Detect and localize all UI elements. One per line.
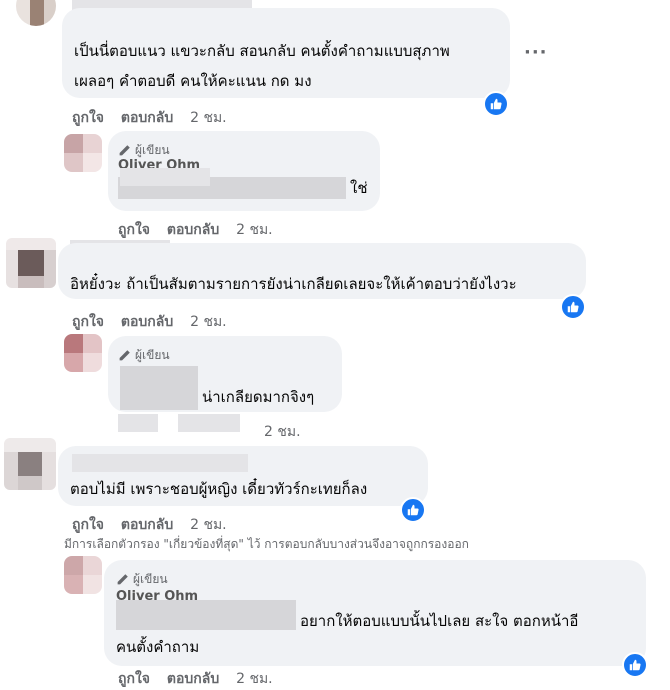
comment-actions: 2 ชม.: [264, 421, 313, 443]
reply-button[interactable]: ตอบกลับ: [167, 671, 219, 687]
timestamp[interactable]: 2 ชม.: [190, 314, 227, 330]
thumbs-up-icon: [490, 98, 502, 110]
redacted-text: [120, 366, 198, 410]
comment-text: เป็นนี่ตอบแนว แขวะกลับ สอนกลับ คนตั้งคำถ…: [74, 42, 450, 60]
like-count-badge[interactable]: [400, 497, 426, 523]
like-count-badge[interactable]: [483, 91, 509, 117]
author-badge: ผู้เขียน: [118, 141, 170, 160]
like-button[interactable]: ถูกใจ: [118, 222, 150, 238]
pencil-icon: [117, 574, 128, 585]
like-button[interactable]: ถูกใจ: [118, 671, 150, 687]
comment-text: น่าเกลียดมากจิงๆ: [202, 388, 315, 406]
comment-text: อิหยั๋งวะ ถ้าเป็นสัมตามรายการยังน่าเกลีย…: [70, 275, 517, 293]
comment-bubble: ผู้เขียน น่าเกลียดมากจิงๆ: [108, 336, 342, 412]
redacted-actions: [118, 414, 158, 432]
comment-actions: ถูกใจ ตอบกลับ 2 ชม.: [118, 219, 285, 241]
thumbs-up-icon: [567, 301, 579, 313]
author-badge-label: ผู้เขียน: [135, 143, 170, 157]
reply-button[interactable]: ตอบกลับ: [121, 517, 173, 533]
reply-button[interactable]: ตอบกลับ: [121, 314, 173, 330]
reply-button[interactable]: ตอบกลับ: [167, 222, 219, 238]
author-badge: ผู้เขียน: [118, 346, 170, 365]
comment-bubble: ตอบไม่มี เพราะชอบผู้หญิง เดี๋ยวทัวร์กะเท…: [58, 446, 428, 506]
author-badge: ผู้เขียน: [116, 570, 168, 589]
like-count-badge[interactable]: [560, 294, 586, 320]
timestamp[interactable]: 2 ชม.: [264, 424, 301, 440]
comment-text: คนตั้งคำถาม: [116, 638, 200, 656]
timestamp[interactable]: 2 ชม.: [190, 110, 227, 126]
redacted-overlay: [120, 168, 210, 186]
thumbs-up-icon: [407, 504, 419, 516]
pencil-icon: [119, 145, 130, 156]
comment-actions: ถูกใจ ตอบกลับ 2 ชม.: [72, 514, 239, 536]
redacted-actions: [178, 414, 240, 432]
comment-text: เผลอๆ คำตอบดี คนให้คะแนน กด มง: [74, 72, 312, 90]
avatar[interactable]: [4, 438, 56, 490]
comment-text: อยากให้ตอบแบบนั้นไปเลย สะใจ ตอกหน้าอี: [300, 612, 579, 630]
comment-actions: ถูกใจ ตอบกลับ 2 ชม.: [72, 107, 239, 129]
comment-bubble: อิหยั๋งวะ ถ้าเป็นสัมตามรายการยังน่าเกลีย…: [58, 243, 586, 299]
timestamp[interactable]: 2 ชม.: [236, 671, 273, 687]
redacted-text: [116, 600, 296, 630]
timestamp[interactable]: 2 ชม.: [190, 517, 227, 533]
comment-text: ใช่: [350, 179, 368, 197]
like-button[interactable]: ถูกใจ: [72, 517, 104, 533]
filter-notice: มีการเลือกตัวกรอง "เกี่ยวข้องที่สุด" ไว้…: [64, 537, 469, 551]
avatar[interactable]: [64, 134, 102, 172]
thumbs-up-icon: [629, 659, 641, 671]
author-name[interactable]: Oliver Ohm: [116, 590, 198, 600]
timestamp[interactable]: 2 ชม.: [236, 222, 273, 238]
like-button[interactable]: ถูกใจ: [72, 110, 104, 126]
comment-bubble: เป็นนี่ตอบแนว แขวะกลับ สอนกลับ คนตั้งคำถ…: [62, 8, 510, 98]
author-badge-label: ผู้เขียน: [133, 572, 168, 586]
pencil-icon: [119, 350, 130, 361]
like-count-badge[interactable]: [622, 652, 648, 678]
author-badge-label: ผู้เขียน: [135, 348, 170, 362]
comment-actions: ถูกใจ ตอบกลับ 2 ชม.: [72, 311, 239, 333]
reply-button[interactable]: ตอบกลับ: [121, 110, 173, 126]
avatar[interactable]: [16, 0, 56, 26]
avatar[interactable]: [64, 556, 102, 594]
comment-text: ตอบไม่มี เพราะชอบผู้หญิง เดี๋ยวทัวร์กะเท…: [70, 480, 368, 498]
comment-actions: ถูกใจ ตอบกลับ 2 ชม.: [118, 668, 285, 690]
more-options-button[interactable]: ···: [524, 42, 548, 63]
avatar[interactable]: [64, 334, 102, 372]
author-name-redacted: [72, 454, 248, 472]
avatar[interactable]: [6, 238, 56, 288]
comment-bubble: ผู้เขียน Oliver Ohm อยากให้ตอบแบบนั้นไปเ…: [104, 560, 646, 666]
like-button[interactable]: ถูกใจ: [72, 314, 104, 330]
